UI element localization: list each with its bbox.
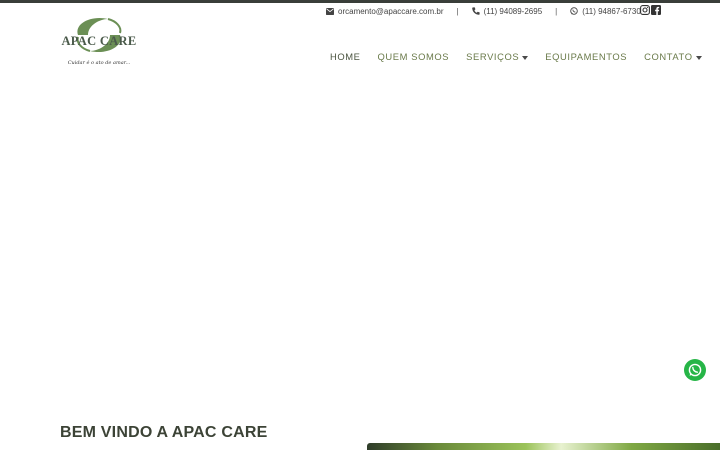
main-nav: HOME QUEM SOMOS SERVIÇOS EQUIPAMENTOS CO… [330,51,719,62]
whatsapp-link[interactable]: (11) 94867-6730 [570,7,641,16]
whatsapp-text: (11) 94867-6730 [582,6,641,16]
site-header: APAC CARE Cuidar é o ato de amar... orca… [0,3,720,74]
email-link[interactable]: orcamento@apaccare.com.br [326,7,444,16]
social-links [640,5,661,15]
nav-equipamentos-label: EQUIPAMENTOS [545,51,628,62]
whatsapp-icon [570,7,578,15]
hero-banner [0,74,720,404]
nav-contato[interactable]: CONTATO [644,51,702,62]
nav-servicos-label: SERVIÇOS [466,51,520,62]
contact-bar: orcamento@apaccare.com.br | (11) 94089-2… [326,4,641,18]
logo-text: APAC CARE [61,34,137,48]
email-text: orcamento@apaccare.com.br [338,6,444,16]
logo-slogan: Cuidar é o ato de amar... [67,60,131,66]
phone-link[interactable]: (11) 94089-2695 [471,6,543,16]
facebook-icon [651,5,661,15]
nav-servicos[interactable]: SERVIÇOS [466,51,529,62]
nav-quem-somos[interactable]: QUEM SOMOS [378,51,450,62]
logo[interactable]: APAC CARE Cuidar é o ato de amar... [58,15,140,73]
caret-down-icon [522,55,529,60]
facebook-link[interactable] [651,5,661,15]
separator: | [555,6,558,16]
nav-quem-somos-label: QUEM SOMOS [377,51,450,62]
nav-contato-label: CONTATO [644,51,693,62]
phone-text: (11) 94089-2695 [483,6,543,16]
instagram-icon [640,5,650,15]
nav-equipamentos[interactable]: EQUIPAMENTOS [545,51,627,62]
whatsapp-icon [688,363,702,377]
nav-home[interactable]: HOME [330,51,361,62]
whatsapp-float-button[interactable] [684,359,706,381]
caret-down-icon [695,55,702,60]
instagram-link[interactable] [640,5,650,15]
welcome-title: BEM VINDO A APAC CARE [60,424,268,441]
welcome-image [367,443,720,450]
separator: | [456,6,459,16]
phone-icon [471,7,480,15]
envelope-icon [326,7,334,15]
nav-home-label: HOME [330,51,361,62]
